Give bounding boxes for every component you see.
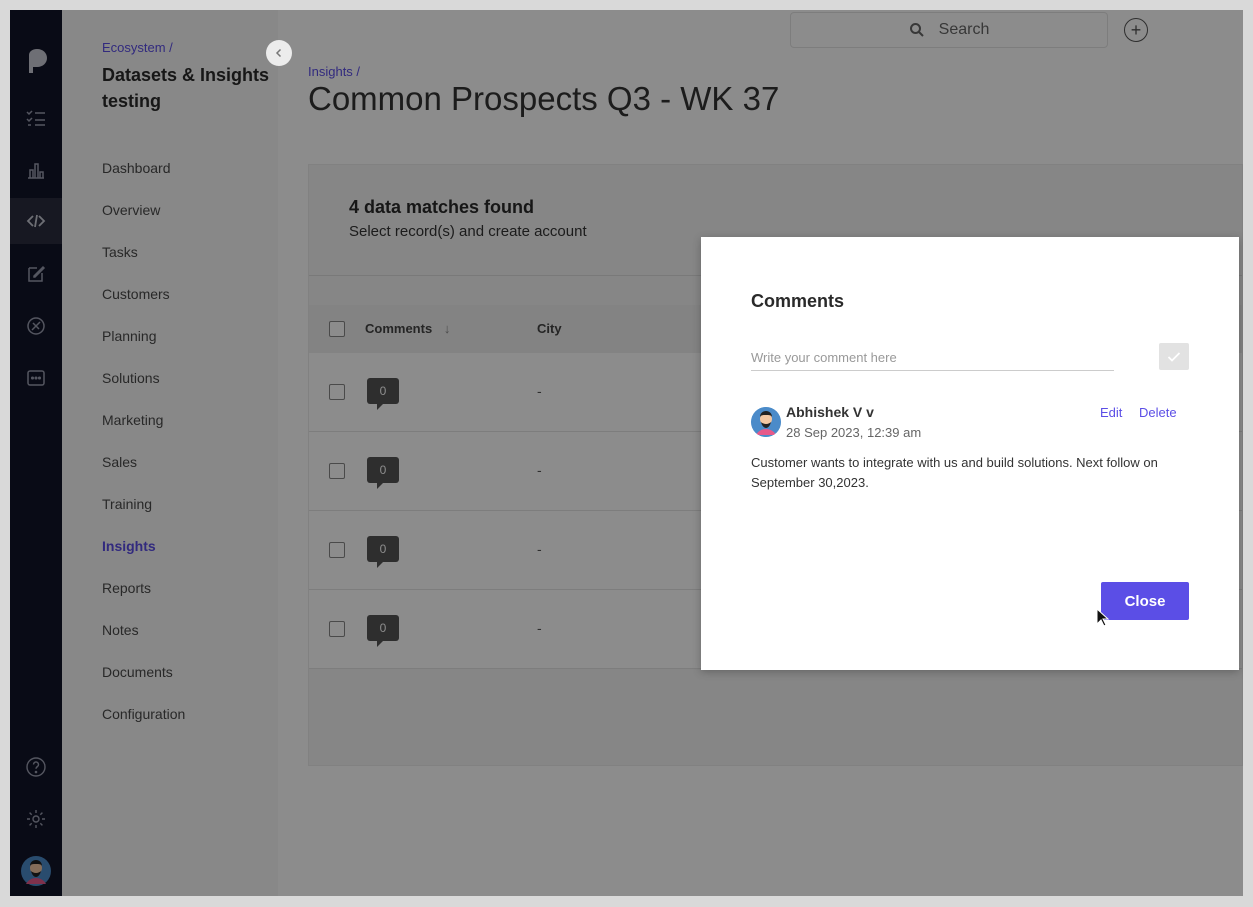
close-button[interactable]: Close	[1101, 582, 1189, 620]
collapse-sidebar-button[interactable]	[266, 40, 292, 66]
comment-text: Customer wants to integrate with us and …	[751, 455, 1158, 490]
app-window: Ecosystem / Datasets & Insights testing …	[10, 10, 1243, 896]
edit-comment-link[interactable]: Edit	[1100, 405, 1122, 420]
comment-author: Abhishek V v	[786, 404, 874, 420]
check-icon	[1167, 351, 1181, 362]
chevron-left-icon	[275, 48, 282, 58]
comments-modal: Comments Abhishek V v 28 Sep 2023, 12:39…	[701, 237, 1239, 670]
submit-comment-button[interactable]	[1159, 343, 1189, 370]
avatar	[751, 407, 781, 437]
delete-comment-link[interactable]: Delete	[1139, 405, 1177, 420]
comment-timestamp: 28 Sep 2023, 12:39 am	[786, 425, 922, 440]
modal-title: Comments	[751, 291, 845, 311]
comment-input[interactable]	[751, 345, 1114, 371]
mouse-cursor-icon	[1096, 608, 1110, 627]
